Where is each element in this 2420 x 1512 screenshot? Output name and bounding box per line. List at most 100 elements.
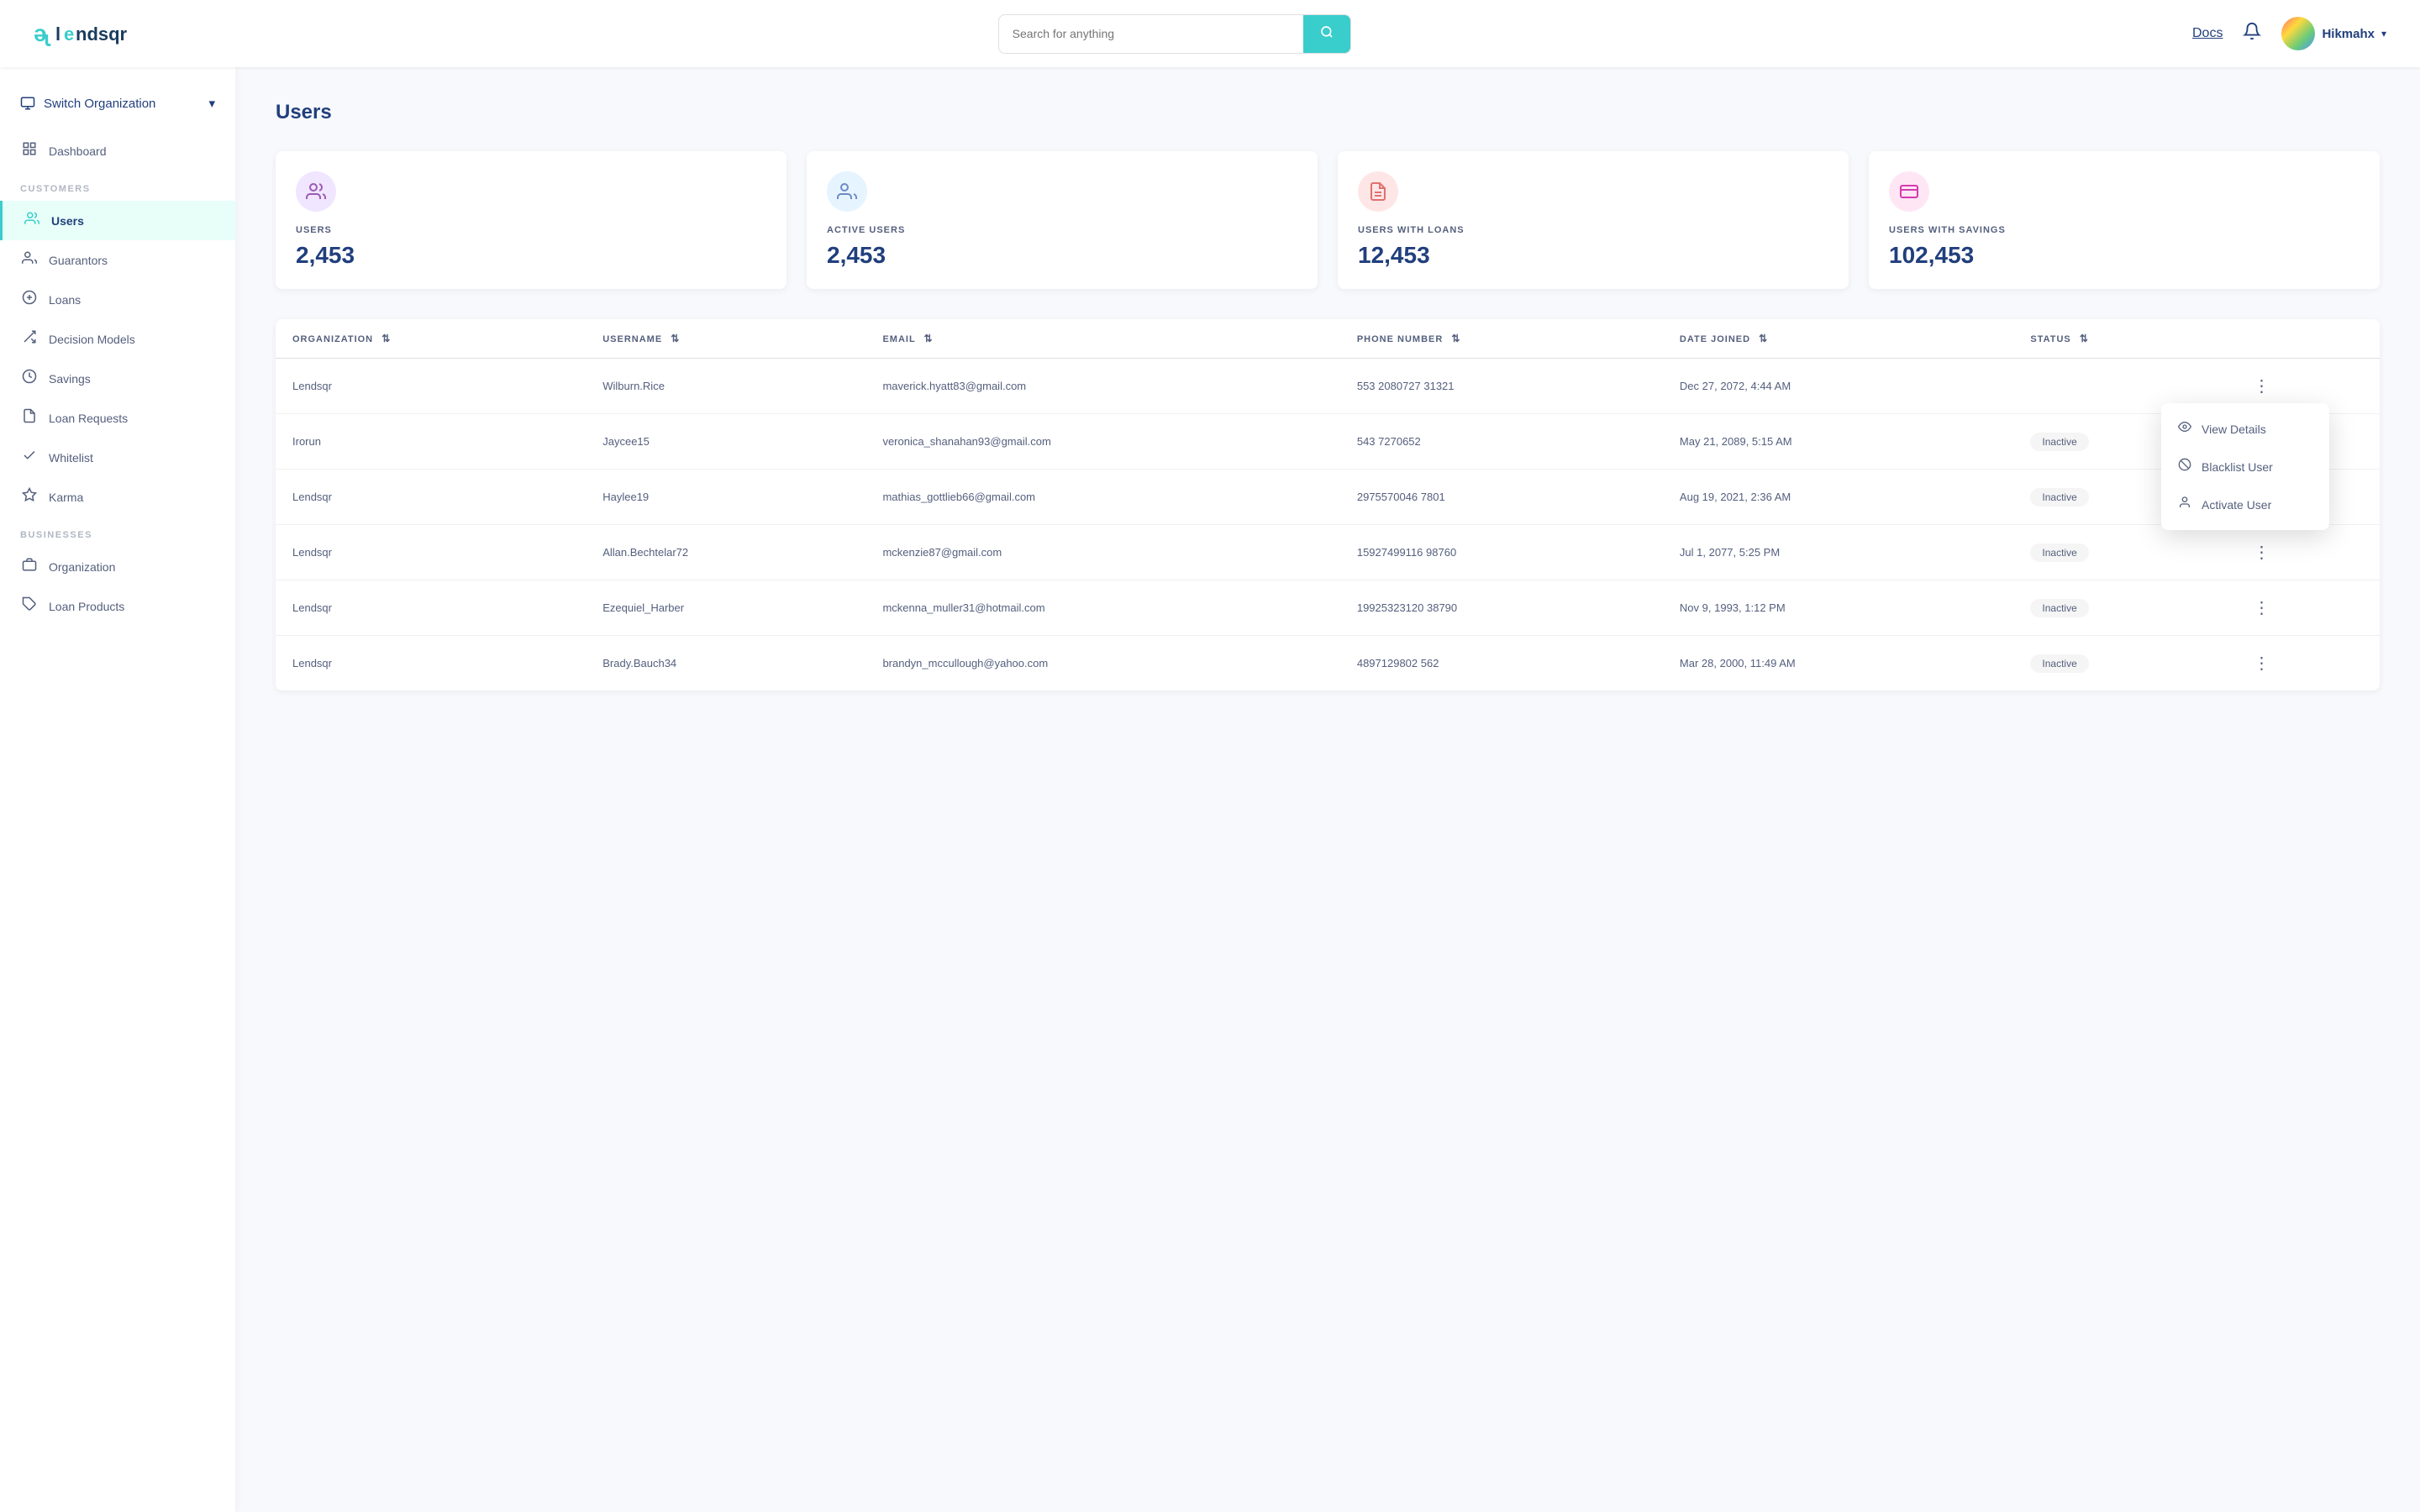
users-icon [23, 211, 41, 230]
sidebar-item-savings[interactable]: Savings [0, 359, 235, 398]
avatar-wrap[interactable]: Hikmahx ▾ [2281, 17, 2386, 50]
stat-value-users: 2,453 [296, 242, 766, 269]
sidebar-item-label: Karma [49, 491, 83, 504]
cell-username: Ezequiel_Harber [586, 580, 865, 636]
karma-icon [20, 487, 39, 507]
context-menu: View Details Blacklist User Activate Use… [2161, 403, 2329, 530]
search-input[interactable] [999, 17, 1303, 50]
switch-org-icon [20, 96, 35, 111]
switch-org-button[interactable]: Switch Organization ▾ [0, 87, 235, 131]
logo-icon: ᶕ [34, 20, 49, 47]
stat-icon-active-users [827, 171, 867, 212]
date-filter-icon[interactable]: ⇅ [1759, 333, 1768, 344]
cell-org: Lendsqr [276, 359, 586, 414]
cell-date: Mar 28, 2000, 11:49 AM [1663, 636, 2013, 691]
businesses-section-label: BUSINESSES [0, 517, 235, 547]
context-activate-label: Activate User [2202, 498, 2271, 512]
cell-date: Dec 27, 2072, 4:44 AM [1663, 359, 2013, 414]
cell-date: May 21, 2089, 5:15 AM [1663, 414, 2013, 470]
loan-requests-icon [20, 408, 39, 428]
phone-filter-icon[interactable]: ⇅ [1451, 333, 1460, 344]
stat-icon-users-savings [1889, 171, 1929, 212]
table-header: ORGANIZATION ⇅ USERNAME ⇅ EMAIL ⇅ PHONE … [276, 319, 2380, 359]
context-menu-blacklist-user[interactable]: Blacklist User [2161, 448, 2329, 486]
cell-status: Inactive [2013, 636, 2229, 691]
savings-icon [20, 369, 39, 388]
context-menu-activate-user[interactable]: Activate User [2161, 486, 2329, 523]
col-actions [2230, 319, 2381, 359]
users-table-wrap: View Details Blacklist User Activate Use… [276, 319, 2380, 690]
loans-icon [20, 290, 39, 309]
switch-org-label: Switch Organization [44, 97, 155, 111]
cell-phone: 19925323120 38790 [1340, 580, 1663, 636]
sidebar-item-users[interactable]: Users [0, 201, 235, 240]
sidebar-item-label: Loans [49, 293, 81, 307]
guarantors-icon [20, 250, 39, 270]
status-badge: Inactive [2030, 488, 2088, 507]
status-badge: Inactive [2030, 433, 2088, 451]
sidebar-item-guarantors[interactable]: Guarantors [0, 240, 235, 280]
dashboard-icon [20, 141, 39, 160]
sidebar-item-loans[interactable]: Loans [0, 280, 235, 319]
table-row: Lendsqr Ezequiel_Harber mckenna_muller31… [276, 580, 2380, 636]
context-menu-view-details[interactable]: View Details [2161, 410, 2329, 448]
more-options-button[interactable]: ⋮ [2247, 594, 2277, 622]
customers-section-label: CUSTOMERS [0, 171, 235, 201]
org-filter-icon[interactable]: ⇅ [381, 333, 391, 344]
cell-date: Nov 9, 1993, 1:12 PM [1663, 580, 2013, 636]
more-options-button[interactable]: ⋮ [2247, 372, 2277, 400]
loan-products-icon [20, 596, 39, 616]
stat-label-users-savings: USERS WITH SAVINGS [1889, 225, 2360, 235]
username-filter-icon[interactable]: ⇅ [671, 333, 680, 344]
avatar [2281, 17, 2315, 50]
table-row: Lendsqr Haylee19 mathias_gottlieb66@gmai… [276, 470, 2380, 525]
cell-org: Irorun [276, 414, 586, 470]
cell-phone: 4897129802 562 [1340, 636, 1663, 691]
email-filter-icon[interactable]: ⇅ [924, 333, 934, 344]
cell-username: Jaycee15 [586, 414, 865, 470]
docs-link[interactable]: Docs [2192, 26, 2223, 41]
sidebar-item-loan-products[interactable]: Loan Products [0, 586, 235, 626]
sidebar-item-label: Whitelist [49, 451, 93, 465]
cell-username: Wilburn.Rice [586, 359, 865, 414]
sidebar-item-dashboard[interactable]: Dashboard [0, 131, 235, 171]
stat-card-users-savings: USERS WITH SAVINGS 102,453 [1869, 151, 2380, 289]
sidebar: Switch Organization ▾ Dashboard CUSTOMER… [0, 67, 235, 1512]
main-content: Users USERS 2,453 ACTIVE USERS 2,453 [235, 67, 2420, 724]
svg-text:l: l [55, 24, 60, 45]
search-button[interactable] [1303, 15, 1350, 53]
search-bar [998, 14, 1351, 54]
cell-phone: 543 7270652 [1340, 414, 1663, 470]
page-title: Users [276, 101, 2380, 124]
context-blacklist-label: Blacklist User [2202, 460, 2273, 474]
table-row: Lendsqr Allan.Bechtelar72 mckenzie87@gma… [276, 525, 2380, 580]
svg-text:ndsqr: ndsqr [76, 24, 128, 45]
stat-label-users: USERS [296, 225, 766, 235]
eye-icon [2178, 420, 2191, 438]
sidebar-item-decision-models[interactable]: Decision Models [0, 319, 235, 359]
status-badge: Inactive [2030, 543, 2088, 562]
decision-models-icon [20, 329, 39, 349]
sidebar-item-whitelist[interactable]: Whitelist [0, 438, 235, 477]
header-right: Docs Hikmahx ▾ [2192, 17, 2386, 50]
status-filter-icon[interactable]: ⇅ [2080, 333, 2089, 344]
col-org: ORGANIZATION ⇅ [276, 319, 586, 359]
users-table: ORGANIZATION ⇅ USERNAME ⇅ EMAIL ⇅ PHONE … [276, 319, 2380, 690]
sidebar-item-label: Savings [49, 372, 91, 386]
sidebar-item-label: Decision Models [49, 333, 135, 346]
stat-card-users-loans: USERS WITH LOANS 12,453 [1338, 151, 1849, 289]
more-options-button[interactable]: ⋮ [2247, 649, 2277, 677]
bell-icon[interactable] [2243, 22, 2261, 45]
stat-value-users-loans: 12,453 [1358, 242, 1828, 269]
cell-date: Aug 19, 2021, 2:36 AM [1663, 470, 2013, 525]
sidebar-item-loan-requests[interactable]: Loan Requests [0, 398, 235, 438]
sidebar-item-organization[interactable]: Organization [0, 547, 235, 586]
more-options-button[interactable]: ⋮ [2247, 538, 2277, 566]
cell-more: ⋮ [2230, 580, 2381, 636]
sidebar-item-karma[interactable]: Karma [0, 477, 235, 517]
cell-org: Lendsqr [276, 470, 586, 525]
cell-phone: 15927499116 98760 [1340, 525, 1663, 580]
cell-email: mathias_gottlieb66@gmail.com [865, 470, 1339, 525]
col-username: USERNAME ⇅ [586, 319, 865, 359]
organization-icon [20, 557, 39, 576]
